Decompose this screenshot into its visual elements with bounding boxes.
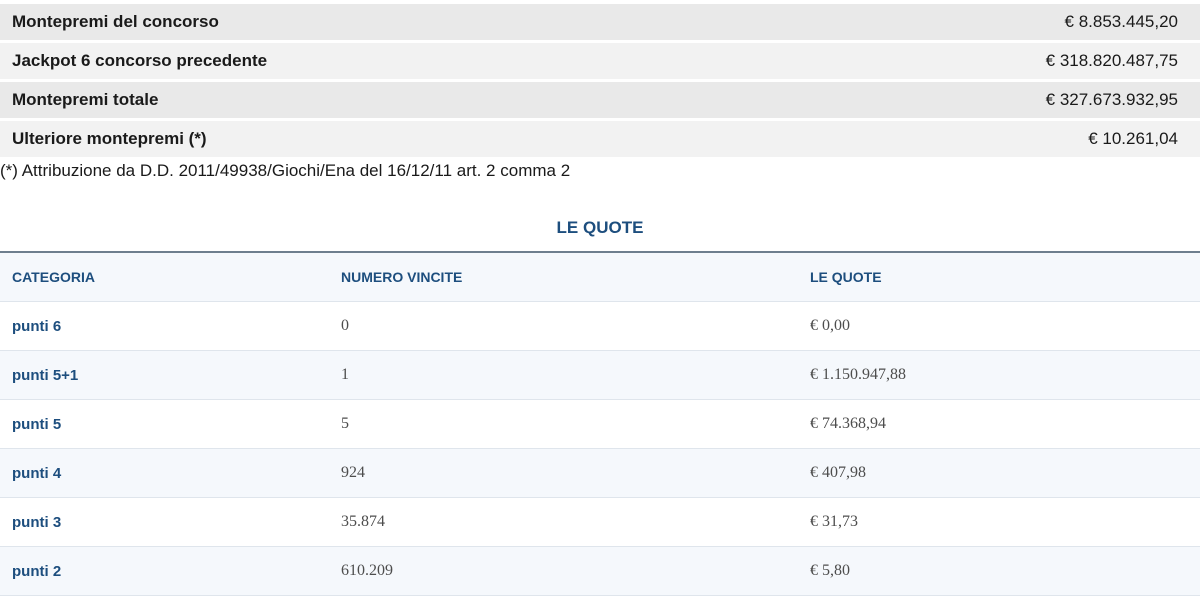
categoria-cell: punti 3 xyxy=(12,513,62,531)
header-le-quote: LE QUOTE xyxy=(810,269,882,285)
categoria-cell: punti 5+1 xyxy=(12,366,79,384)
numero-vincite-cell: 610.209 xyxy=(341,562,393,579)
quota-cell: € 0,00 xyxy=(810,317,850,334)
summary-label: Ulteriore montepremi (*) xyxy=(12,129,207,148)
numero-vincite-cell: 0 xyxy=(341,317,349,334)
footnote-attribution: (*) Attribuzione da D.D. 2011/49938/Gioc… xyxy=(0,161,571,180)
categoria-cell: punti 5 xyxy=(12,415,62,433)
summary-row-montepremi-concorso: Montepremi del concorso € 8.853.445,20 xyxy=(0,4,1200,40)
summary-label: Montepremi del concorso xyxy=(12,12,219,31)
summary-row-montepremi-totale: Montepremi totale € 327.673.932,95 xyxy=(0,82,1200,118)
table-row: punti 4 924 € 407,98 xyxy=(0,449,1200,498)
table-row: punti 5+1 1 € 1.150.947,88 xyxy=(0,351,1200,400)
table-header-row: CATEGORIA NUMERO VINCITE LE QUOTE xyxy=(0,253,1200,302)
summary-label: Montepremi totale xyxy=(12,90,159,109)
categoria-cell: punti 2 xyxy=(12,562,62,580)
summary-row-ulteriore-montepremi: Ulteriore montepremi (*) € 10.261,04 xyxy=(0,121,1200,157)
quota-cell: € 5,80 xyxy=(810,562,850,579)
summary-value: € 10.261,04 xyxy=(1088,129,1178,148)
categoria-cell: punti 6 xyxy=(12,317,62,335)
numero-vincite-cell: 1 xyxy=(341,366,349,383)
table-row: punti 5 5 € 74.368,94 xyxy=(0,400,1200,449)
quota-cell: € 31,73 xyxy=(810,513,858,530)
table-row: punti 3 35.874 € 31,73 xyxy=(0,498,1200,547)
quota-cell: € 74.368,94 xyxy=(810,415,886,432)
summary-value: € 318.820.487,75 xyxy=(1045,51,1178,70)
categoria-cell: punti 4 xyxy=(12,464,62,482)
summary-row-jackpot-precedente: Jackpot 6 concorso precedente € 318.820.… xyxy=(0,43,1200,79)
table-row: punti 2 610.209 € 5,80 xyxy=(0,547,1200,596)
summary-value: € 327.673.932,95 xyxy=(1045,90,1178,109)
summary-value: € 8.853.445,20 xyxy=(1064,12,1178,31)
quota-cell: € 407,98 xyxy=(810,464,866,481)
summary-label: Jackpot 6 concorso precedente xyxy=(12,51,268,70)
header-categoria: CATEGORIA xyxy=(12,269,95,285)
table-row: punti 6 0 € 0,00 xyxy=(0,302,1200,351)
numero-vincite-cell: 924 xyxy=(341,464,365,481)
header-numero-vincite: NUMERO VINCITE xyxy=(341,269,463,285)
quotes-section-title: LE QUOTE xyxy=(556,218,644,237)
quota-cell: € 1.150.947,88 xyxy=(810,366,906,383)
numero-vincite-cell: 35.874 xyxy=(341,513,385,530)
numero-vincite-cell: 5 xyxy=(341,415,349,432)
quotes-table: CATEGORIA NUMERO VINCITE LE QUOTE punti … xyxy=(0,251,1200,596)
